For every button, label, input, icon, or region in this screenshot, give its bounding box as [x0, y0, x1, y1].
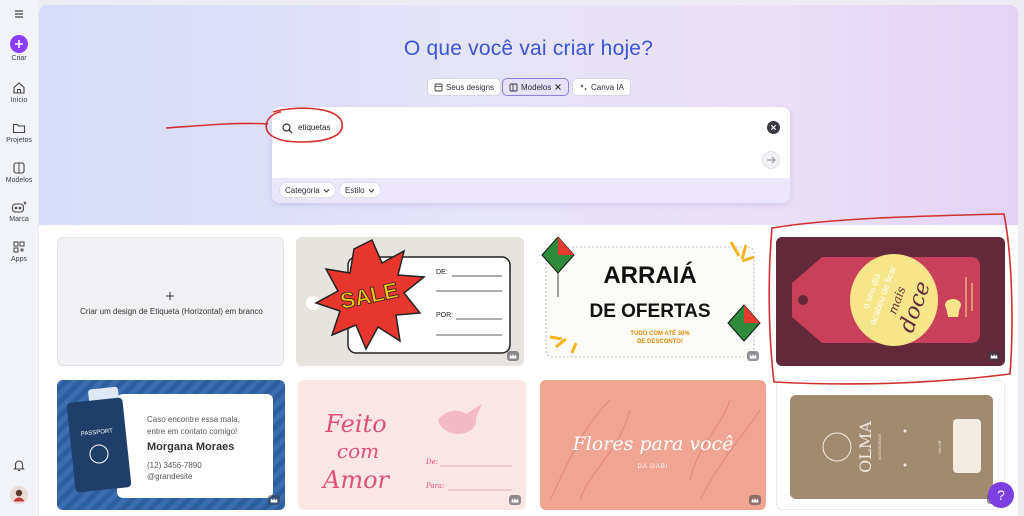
plus-icon	[10, 35, 28, 53]
submit-arrow-icon[interactable]	[762, 151, 780, 169]
flores-tag-art: Flores para você DA GABI	[549, 399, 761, 501]
tab-label: Canva IA	[591, 82, 624, 92]
flores-line2: DA GABI	[637, 464, 668, 470]
template-card-arraia[interactable]: ARRAIÁ DE OFERTAS TUDO COM ATÉ 30% DE DE…	[536, 237, 764, 366]
sidebar-item-apps[interactable]: Apps	[0, 240, 38, 263]
main-panel: O que você vai criar hoje? Seus designs …	[39, 5, 1018, 516]
sidebar-item-label: Marca	[9, 216, 29, 223]
filter-label: Estilo	[345, 185, 365, 195]
template-card-feito-com-amor[interactable]: Feito com Amor De: Para:	[298, 380, 526, 510]
create-label: Criar	[11, 55, 27, 62]
arraia-line2: DE OFERTAS	[589, 301, 710, 322]
arraia-tag-art: ARRAIÁ DE OFERTAS TUDO COM ATÉ 30% DE DE…	[541, 237, 761, 358]
clear-search-icon[interactable]	[767, 121, 780, 134]
passport-handle: @grandesite	[147, 472, 193, 481]
olma-tag-art: OLMA ACESSÓRIOS VALOR	[790, 395, 993, 499]
notifications-button[interactable]	[0, 458, 38, 472]
premium-crown-icon	[747, 351, 759, 361]
arraia-line4: DE DESCONTO!	[637, 339, 683, 345]
feito-tag-art: Feito com Amor De: Para:	[321, 404, 512, 494]
feito-line3: Amor	[321, 466, 391, 494]
search-icon	[282, 123, 293, 134]
template-card-passport[interactable]: PASSPORT Caso encontre essa mala, entre …	[57, 380, 285, 510]
passport-name: Morgana Moraes	[147, 441, 234, 453]
sidebar: Criar Início Projetos Modelos Marca Apps	[0, 0, 38, 516]
blank-design-card[interactable]: Criar um design de Etiqueta (Horizontal)…	[57, 237, 284, 366]
sidebar-item-templates[interactable]: Modelos	[0, 161, 38, 184]
template-card-olma[interactable]: OLMA ACESSÓRIOS VALOR	[776, 380, 1005, 510]
sale-de: DE:	[436, 269, 448, 276]
premium-crown-icon	[988, 351, 1000, 361]
profile-button[interactable]	[0, 486, 38, 504]
doce-tag-art: o seu dia acabou de ficar mais doce	[792, 254, 980, 346]
chevron-down-icon	[368, 188, 374, 193]
plus-icon	[166, 292, 174, 300]
tab-label: Seus designs	[446, 82, 495, 92]
filter-label: Categoria	[285, 185, 320, 195]
olma-valor: VALOR	[937, 440, 942, 453]
premium-crown-icon	[507, 351, 519, 361]
page-title: O que você vai criar hoje?	[403, 37, 654, 60]
sidebar-item-label: Projetos	[6, 137, 32, 144]
menu-button[interactable]	[0, 8, 38, 20]
passport-tag-art: PASSPORT Caso encontre essa mala, entre …	[57, 380, 285, 510]
blank-design-label: Criar um design de Etiqueta (Horizontal)…	[80, 307, 263, 316]
avatar	[10, 486, 28, 504]
help-button[interactable]: ?	[988, 482, 1014, 508]
sidebar-item-brand[interactable]: Marca	[0, 200, 38, 223]
apps-icon	[13, 241, 25, 253]
chevron-down-icon	[323, 188, 330, 193]
sidebar-item-projects[interactable]: Projetos	[0, 121, 38, 144]
filter-categoria[interactable]: Categoria	[279, 182, 336, 198]
hamburger-icon	[15, 10, 23, 18]
search-box[interactable]: etiquetas Categoria Estilo	[272, 107, 790, 203]
template-card-sale[interactable]: SALE DE: POR:	[296, 237, 524, 366]
feito-de: De:	[425, 458, 438, 466]
template-card-doce[interactable]: o seu dia acabou de ficar mais doce	[776, 237, 1005, 366]
brand-icon	[11, 201, 27, 213]
sale-por: POR:	[436, 312, 453, 319]
sidebar-item-label: Apps	[11, 256, 27, 263]
olma-brand: OLMA	[856, 421, 875, 473]
arraia-line1: ARRAIÁ	[603, 261, 696, 289]
tab-modelos[interactable]: Modelos	[502, 78, 570, 96]
feito-line2: com	[337, 439, 379, 463]
templates-icon	[13, 162, 25, 174]
olma-sub: ACESSÓRIOS	[877, 433, 882, 460]
create-button[interactable]: Criar	[0, 35, 38, 62]
premium-crown-icon	[749, 495, 761, 505]
premium-crown-icon	[268, 495, 280, 505]
premium-crown-icon	[509, 495, 521, 505]
search-input[interactable]: etiquetas	[298, 123, 330, 132]
bell-icon	[13, 460, 25, 472]
sidebar-item-home[interactable]: Início	[0, 81, 38, 104]
tab-label: Modelos	[521, 82, 552, 92]
feito-para: Para:	[425, 482, 444, 490]
tab-canva-ia[interactable]: Canva IA	[572, 78, 631, 96]
sidebar-item-label: Início	[10, 97, 28, 104]
arraia-line3: TUDO COM ATÉ 30%	[630, 329, 690, 337]
sale-tag-art: SALE DE: POR:	[306, 238, 511, 354]
scrollbar[interactable]	[1018, 5, 1024, 516]
folder-icon	[12, 123, 26, 134]
passport-phone: (12) 3456-7890	[147, 461, 202, 470]
designs-icon	[434, 83, 443, 91]
passport-line2: entre em contato comigo!	[147, 427, 237, 436]
passport-line1: Caso encontre essa mala,	[147, 415, 240, 424]
filter-estilo[interactable]: Estilo	[339, 182, 381, 198]
home-icon	[13, 82, 25, 94]
sidebar-item-label: Modelos	[5, 177, 33, 184]
templates-icon	[509, 83, 518, 91]
template-card-flores[interactable]: Flores para você DA GABI	[540, 380, 766, 510]
flores-line1: Flores para você	[572, 433, 734, 455]
sparkle-icon	[580, 83, 587, 90]
close-icon[interactable]	[554, 83, 562, 91]
hero-banner: O que você vai criar hoje? Seus designs …	[39, 5, 1018, 225]
tab-seus-designs[interactable]: Seus designs	[427, 78, 502, 96]
feito-line1: Feito	[324, 410, 386, 438]
